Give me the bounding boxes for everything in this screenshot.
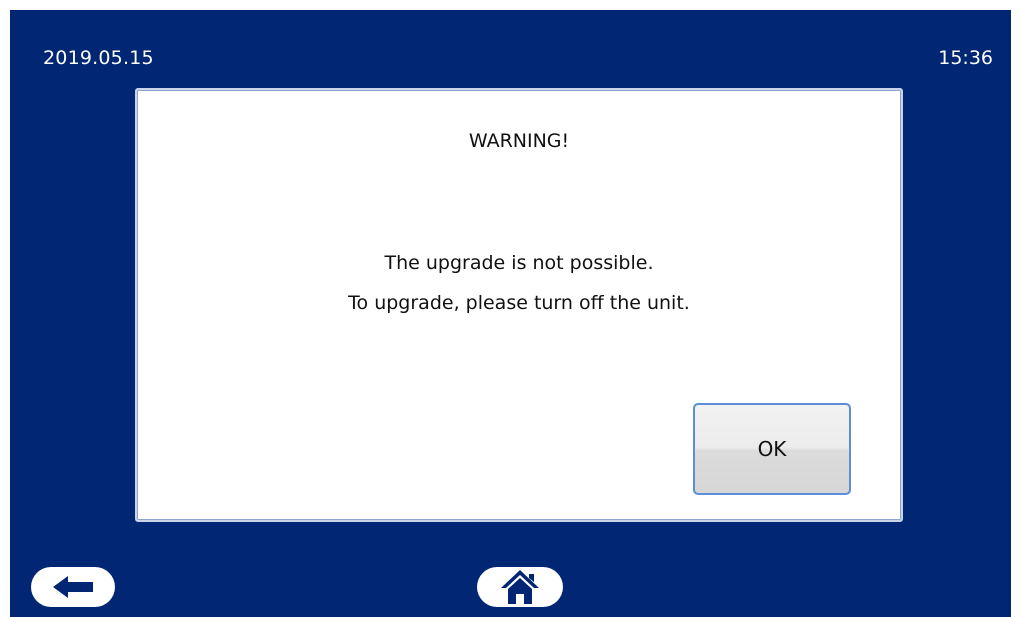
dialog-message-line-1: The upgrade is not possible. [384, 252, 654, 274]
home-icon [501, 570, 539, 604]
device-screen: 2019.05.15 15:36 WARNING! The upgrade is… [10, 10, 1011, 617]
back-arrow-icon [53, 576, 93, 598]
ok-button[interactable]: OK [693, 403, 851, 495]
ok-button-label: OK [757, 437, 787, 461]
warning-dialog: WARNING! The upgrade is not possible. To… [135, 88, 903, 522]
home-button[interactable] [477, 567, 563, 607]
dialog-title: WARNING! [468, 130, 570, 152]
back-button[interactable] [31, 567, 115, 607]
dialog-message-line-2: To upgrade, please turn off the unit. [348, 292, 690, 314]
status-time: 15:36 [938, 47, 993, 69]
status-date: 2019.05.15 [43, 47, 154, 69]
